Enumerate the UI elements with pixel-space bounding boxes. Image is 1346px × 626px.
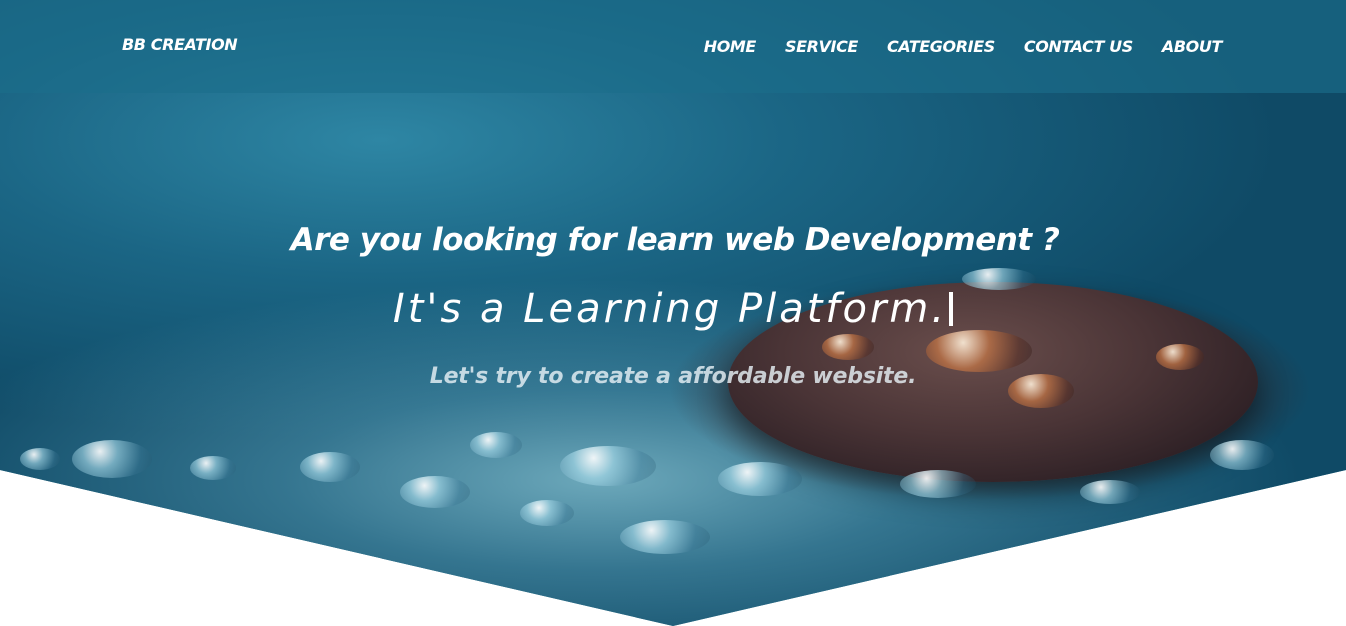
water-drop xyxy=(1080,480,1140,504)
water-drop xyxy=(300,452,360,482)
water-drop xyxy=(470,432,522,458)
water-drop xyxy=(822,334,874,360)
typing-cursor xyxy=(949,292,954,326)
nav-link-home[interactable]: HOME xyxy=(704,37,757,56)
water-drop xyxy=(400,476,470,508)
water-drop xyxy=(1210,440,1274,470)
water-drop xyxy=(20,448,60,470)
water-drop xyxy=(718,462,802,496)
nav-link-contact-us[interactable]: CONTACT US xyxy=(1024,37,1133,56)
hero-typed-text: It's a Learning Platform. xyxy=(0,286,1346,332)
water-drop xyxy=(900,470,976,498)
water-drop xyxy=(72,440,152,478)
nav-menu: HOME SERVICE CATEGORIES CONTACT US ABOUT xyxy=(704,37,1223,56)
water-drop xyxy=(560,446,656,486)
brand-logo[interactable]: BB CREATION xyxy=(122,35,238,54)
typed-text-content: It's a Learning Platform. xyxy=(392,286,948,332)
nav-link-categories[interactable]: CATEGORIES xyxy=(887,37,995,56)
hero-tagline: Let's try to create a affordable website… xyxy=(429,364,917,389)
water-drop xyxy=(520,500,574,526)
nav-link-service[interactable]: SERVICE xyxy=(785,37,858,56)
top-navbar: BB CREATION HOME SERVICE CATEGORIES CONT… xyxy=(0,0,1346,93)
hero-headline: Are you looking for learn web Developmen… xyxy=(290,222,1060,258)
nav-link-about[interactable]: ABOUT xyxy=(1162,37,1222,56)
water-drop xyxy=(620,520,710,554)
water-drop xyxy=(190,456,236,480)
